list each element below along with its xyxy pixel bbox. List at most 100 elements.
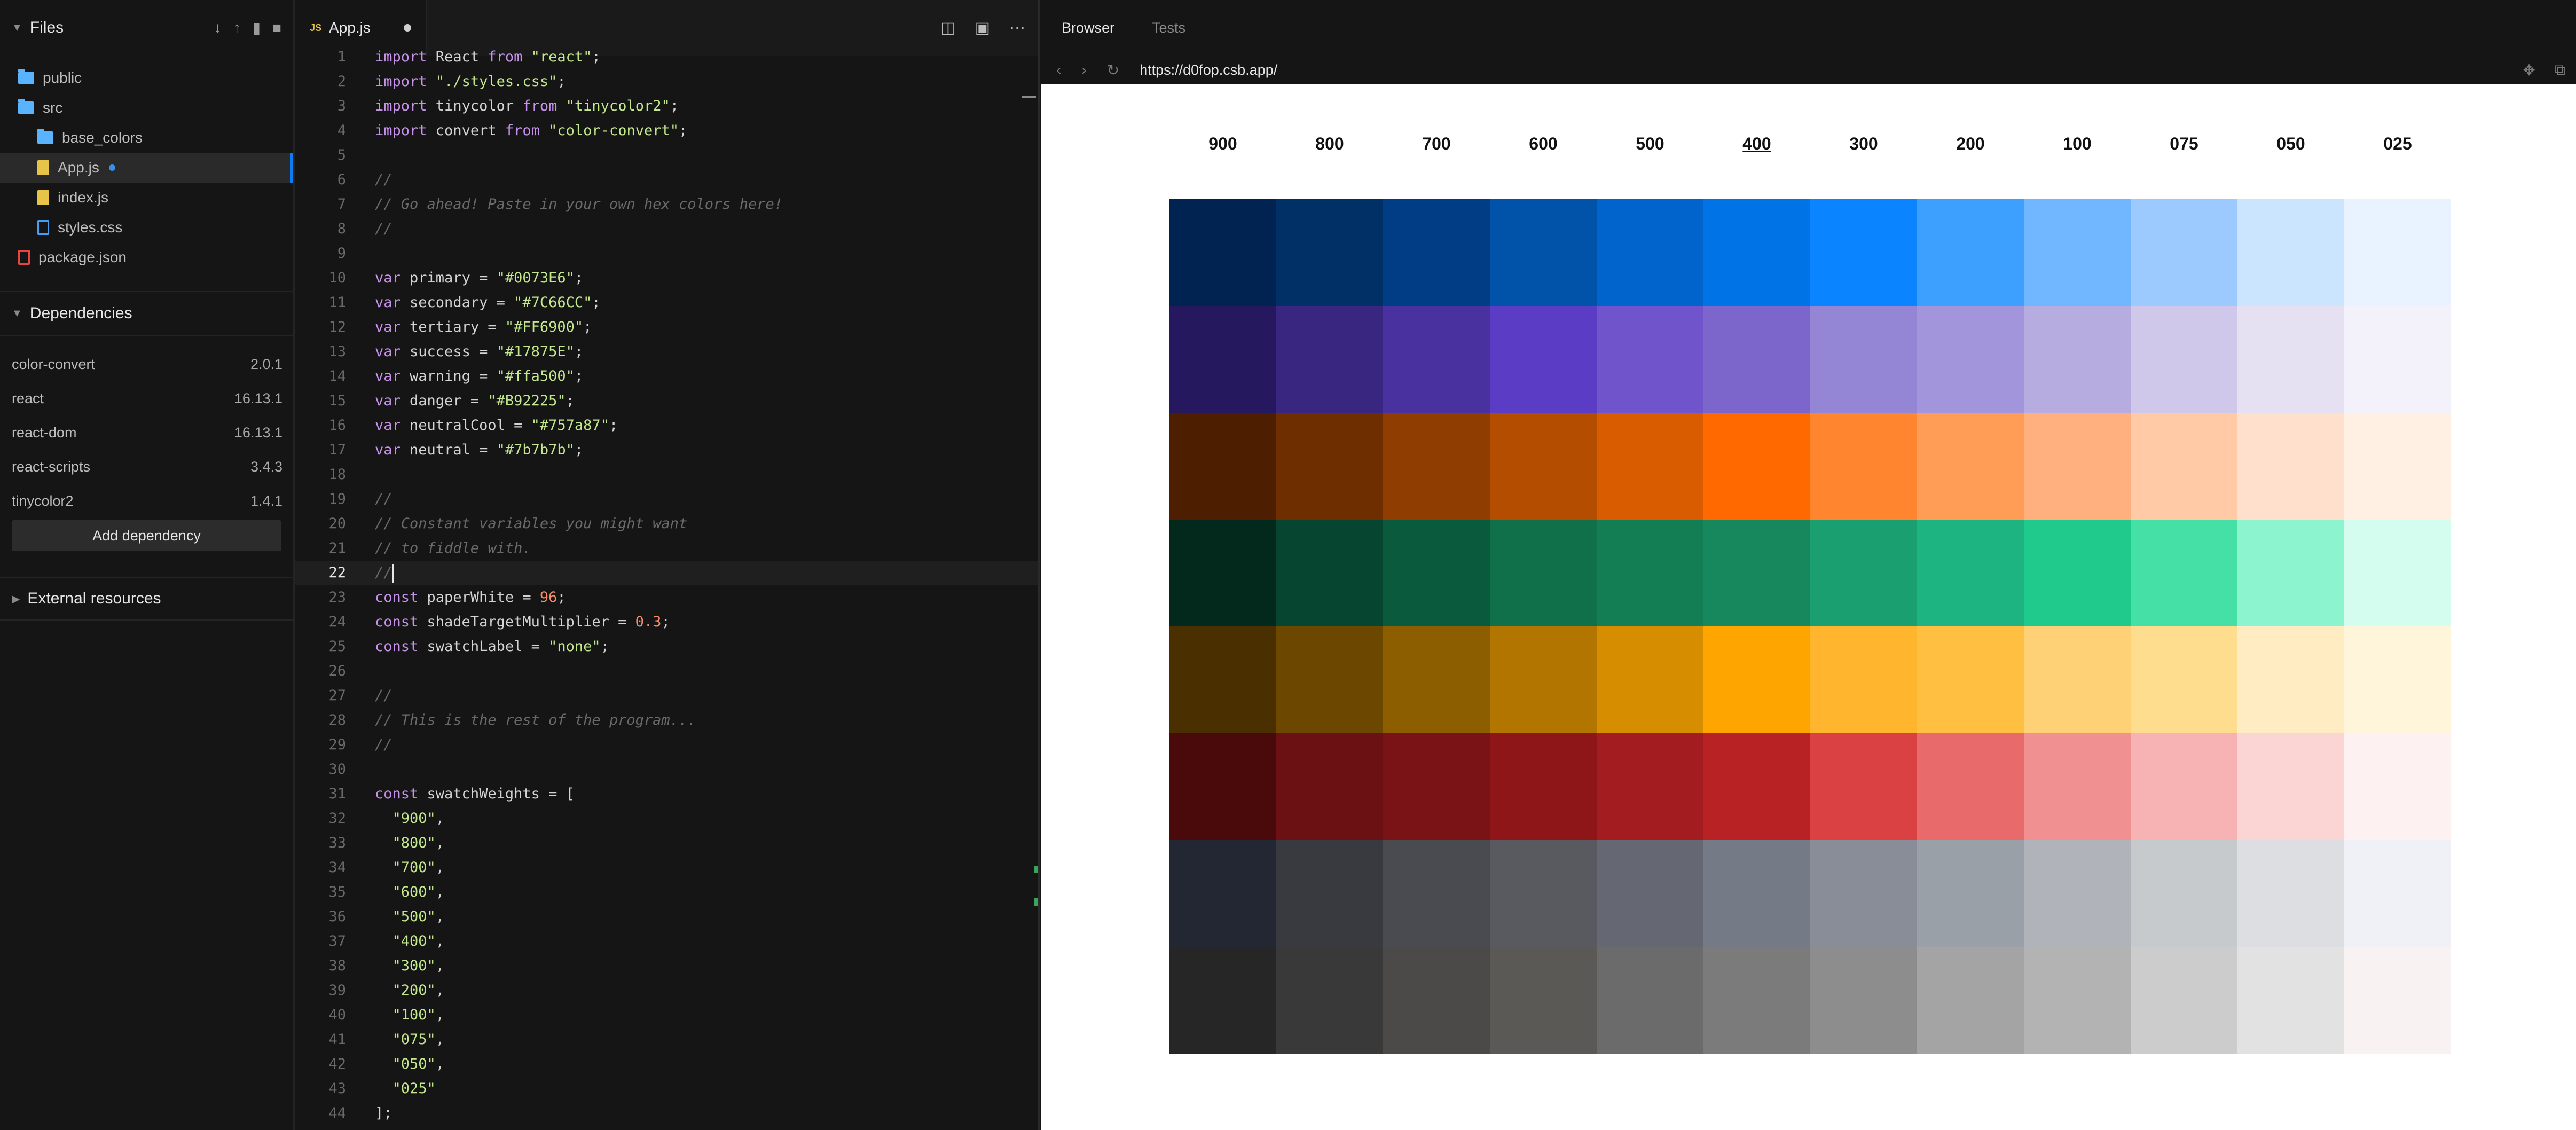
code-line[interactable]: 24 const shadeTargetMultiplier = 0.3; [295,610,1038,634]
refresh-icon[interactable]: ↻ [1107,61,1119,79]
file-tree-item[interactable]: src [0,93,293,123]
code-line[interactable]: 38 "300", [295,954,1038,978]
code-line[interactable]: 23 const paperWhite = 96; [295,585,1038,610]
line-number: 32 [328,810,346,827]
external-resources-header[interactable]: ▶ External resources [0,578,293,619]
back-arrow-icon[interactable]: ‹ [1056,61,1061,79]
code-text: // [375,687,392,704]
file-tree-item[interactable]: package.json [0,242,293,272]
code-line[interactable]: 43 "025" [295,1077,1038,1101]
expand-caret-icon[interactable]: ▶ [12,592,20,606]
add-dependency-button[interactable]: Add dependency [12,520,281,551]
dependency-item[interactable]: react-scripts 3.4.3 [0,450,293,484]
dependency-item[interactable]: react-dom 16.13.1 [0,415,293,450]
dependency-item[interactable]: color-convert 2.0.1 [0,347,293,381]
code-line[interactable]: 2 import "./styles.css"; [295,69,1038,94]
code-line[interactable]: 30 [295,757,1038,782]
code-line[interactable]: 29 // [295,733,1038,757]
code-line[interactable]: 12 var tertiary = "#FF6900"; [295,315,1038,340]
file-tree-item[interactable]: base_colors [0,123,293,153]
dependency-version: 16.13.1 [234,390,282,406]
code-line[interactable]: 10 var primary = "#0073E6"; [295,266,1038,291]
dependency-item[interactable]: react 16.13.1 [0,381,293,415]
code-line[interactable]: 3 import tinycolor from "tinycolor2"; [295,94,1038,119]
code-line[interactable]: 13 var success = "#17875E"; [295,340,1038,364]
split-view-icon[interactable]: ◫ [940,19,955,37]
code-text: const shadeTargetMultiplier = 0.3; [375,614,670,630]
forward-arrow-icon[interactable]: › [1081,61,1086,79]
file-tree-item[interactable]: App.js [0,153,293,183]
code-line[interactable]: 36 "500", [295,905,1038,929]
unsaved-dot-icon[interactable] [404,24,411,32]
color-swatch [2237,947,2344,1054]
code-line[interactable]: 22 // [295,561,1038,585]
code-line[interactable]: 1 import React from "react"; [295,45,1038,69]
file-tree: public src base_colors App.js index.js styles… [0,63,293,272]
line-number: 24 [328,614,346,630]
code-line[interactable]: 20 // Constant variables you might want [295,512,1038,536]
code-line[interactable]: 31 const swatchWeights = [ [295,782,1038,806]
file-tree-item[interactable]: public [0,63,293,93]
file-tree-item[interactable]: styles.css [0,213,293,242]
code-line[interactable]: 37 "400", [295,929,1038,954]
code-line[interactable]: 41 "075", [295,1027,1038,1052]
color-swatch [1383,840,1490,947]
code-line[interactable]: 42 "050", [295,1052,1038,1077]
extension-icon[interactable]: ✥ [2523,61,2535,79]
code-line[interactable]: 27 // [295,684,1038,708]
code-line[interactable]: 19 // [295,487,1038,512]
code-line[interactable]: 35 "600", [295,880,1038,905]
code-line[interactable]: 9 [295,241,1038,266]
code-line[interactable]: 26 [295,659,1038,684]
file-tree-item[interactable]: index.js [0,183,293,213]
tab-browser[interactable]: Browser [1062,20,1114,36]
preview-toggle-icon[interactable]: ▣ [975,19,990,37]
collapse-caret-icon[interactable]: ▼ [12,22,22,34]
code-text: var neutral = "#7b7b7b"; [375,442,584,458]
color-swatch [2131,733,2237,840]
code-line[interactable]: 4 import convert from "color-convert"; [295,119,1038,143]
code-line[interactable]: 44]; [295,1101,1038,1126]
code-line[interactable]: 16 var neutralCool = "#757a87"; [295,413,1038,438]
code-line[interactable]: 14 var warning = "#ffa500"; [295,364,1038,389]
code-line[interactable]: 33 "800", [295,831,1038,856]
code-line[interactable]: 18 [295,462,1038,487]
code-line[interactable]: 39 "200", [295,978,1038,1003]
collapse-caret-icon[interactable]: ▼ [12,308,22,320]
upload-icon[interactable]: ↑ [233,19,241,37]
code-line[interactable]: 5 [295,143,1038,168]
code-line[interactable]: 40 "100", [295,1003,1038,1027]
code-editor: JS App.js ◫ ▣ ⋯ 1 import React from "reac… [295,0,1040,1130]
code-line[interactable]: 25 const swatchLabel = "none"; [295,634,1038,659]
code-line[interactable]: 28 // This is the rest of the program... [295,708,1038,733]
code-area[interactable]: 1 import React from "react"; 2 import "./st… [295,49,1038,1130]
code-line[interactable]: 17 var neutral = "#7b7b7b"; [295,438,1038,462]
line-number: 19 [328,491,346,507]
code-line[interactable]: 11 var secondary = "#7C66CC"; [295,291,1038,315]
dependency-name: react-dom [12,424,77,441]
sort-down-icon[interactable]: ↓ [214,19,222,37]
dependencies-section-header[interactable]: ▼ Dependencies [0,292,293,335]
tab-tests[interactable]: Tests [1152,20,1185,36]
code-line[interactable]: 45 [295,1126,1038,1130]
new-file-icon[interactable]: ▮ [253,19,261,37]
code-line[interactable]: 7 // Go ahead! Paste in your own hex colo… [295,192,1038,217]
dependency-item[interactable]: tinycolor2 1.4.1 [0,484,293,518]
line-number: 12 [328,319,346,335]
code-line[interactable]: 8 // [295,217,1038,241]
url-field[interactable]: https://d0fop.csb.app/ [1140,62,1277,79]
color-swatch [2024,947,2131,1054]
color-swatch [1276,947,1383,1054]
open-new-window-icon[interactable]: ⧉ [2555,61,2565,79]
code-line[interactable]: 32 "900", [295,806,1038,831]
code-line[interactable]: 15 var danger = "#B92225"; [295,389,1038,413]
files-section-header[interactable]: ▼ Files ↓ ↑ ▮ ■ [0,0,293,56]
code-line[interactable]: 21 // to fiddle with. [295,536,1038,561]
code-line[interactable]: 34 "700", [295,856,1038,880]
weight-label: 700 [1422,134,1451,153]
new-folder-icon[interactable]: ■ [272,19,281,37]
code-text: "500", [392,908,445,925]
more-options-icon[interactable]: ⋯ [1009,19,1025,37]
line-number: 16 [328,417,346,434]
code-line[interactable]: 6 // [295,168,1038,192]
